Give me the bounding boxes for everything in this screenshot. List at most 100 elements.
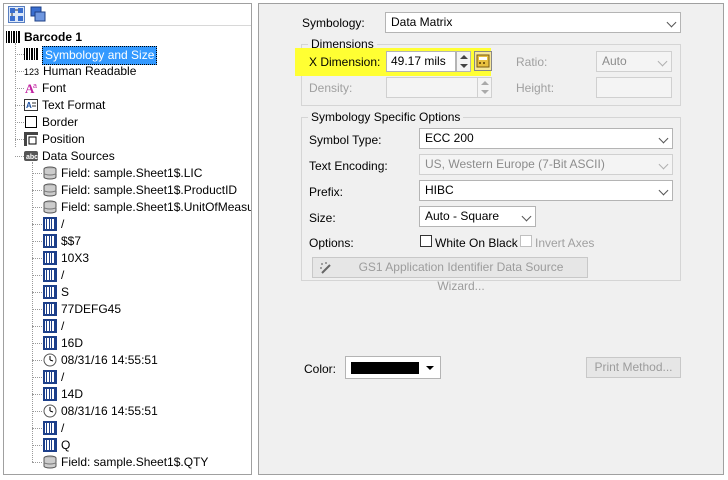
tree-item-label: / xyxy=(61,217,65,231)
constant-icon xyxy=(43,251,57,265)
barcode-icon xyxy=(6,30,20,44)
tree-item-label: Field: sample.Sheet1$.QTY xyxy=(61,455,209,469)
invert-axes-label: Invert Axes xyxy=(535,236,595,250)
human-readable-icon: 123 xyxy=(24,64,39,78)
size-select[interactable]: Auto - Square xyxy=(419,206,536,227)
ratio-select[interactable]: Auto xyxy=(596,51,672,72)
text-encoding-select[interactable]: US, Western Europe (7-Bit ASCII) xyxy=(419,154,673,175)
constant-icon xyxy=(43,336,57,350)
constant-icon xyxy=(43,319,57,333)
windows-icon xyxy=(30,6,46,22)
chevron-down-icon xyxy=(658,185,669,196)
x-dimension-spinner[interactable] xyxy=(456,51,471,72)
expand-icon xyxy=(10,8,23,21)
chevron-down-icon xyxy=(658,159,669,170)
invert-axes-checkbox[interactable] xyxy=(520,235,532,247)
constant-icon xyxy=(43,438,57,452)
height-input[interactable] xyxy=(596,77,672,98)
border-icon xyxy=(24,115,38,129)
symbol-type-label: Symbol Type: xyxy=(309,133,382,147)
tree-item-label: 77DEFG45 xyxy=(61,302,122,316)
density-spinner[interactable] xyxy=(477,77,492,98)
clock-icon xyxy=(43,353,57,367)
tree-item-label: Position xyxy=(42,132,85,146)
chevron-down-icon xyxy=(666,17,677,28)
specific-options-title: Symbology Specific Options xyxy=(308,110,464,124)
symbology-label: Symbology: xyxy=(302,16,365,30)
calculator-icon xyxy=(476,54,490,68)
database-icon xyxy=(43,200,57,214)
tree-item-label: Field: sample.Sheet1$.UnitOfMeasure xyxy=(61,200,252,214)
tree-item-label: Field: sample.Sheet1$.ProductID xyxy=(61,183,238,197)
constant-icon xyxy=(43,387,57,401)
tree-item-label: 10X3 xyxy=(61,251,90,265)
chevron-down-icon xyxy=(658,133,669,144)
tree-item-label: Q xyxy=(61,438,71,452)
gs1-wizard-label: GS1 Application Identifier Data Source W… xyxy=(358,260,564,293)
color-picker[interactable] xyxy=(345,356,441,379)
color-label: Color: xyxy=(304,362,337,376)
size-value: Auto - Square xyxy=(425,209,500,223)
constant-icon xyxy=(43,370,57,384)
tree-item-label: Barcode 1 xyxy=(24,30,83,44)
symbol-type-select[interactable]: ECC 200 xyxy=(419,128,673,149)
collapse-all-button[interactable] xyxy=(30,6,47,23)
x-dimension-input[interactable]: 49.17 mils xyxy=(386,51,456,72)
caret-down-icon xyxy=(426,366,434,370)
ratio-label: Ratio: xyxy=(516,55,548,69)
prefix-label: Prefix: xyxy=(309,185,344,199)
expand-all-button[interactable] xyxy=(8,6,25,23)
svg-text:a: a xyxy=(33,83,37,90)
tree-item-label: 16D xyxy=(61,336,84,350)
position-icon xyxy=(24,132,38,146)
gs1-wizard-button[interactable]: GS1 Application Identifier Data Source W… xyxy=(312,257,588,293)
tree-item-label: Human Readable xyxy=(43,64,137,78)
properties-panel: Symbology: Data Matrix Dimensions X Dime… xyxy=(258,3,724,475)
prefix-value: HIBC xyxy=(425,183,454,197)
svg-text:abc: abc xyxy=(26,154,38,161)
white-on-black-label: White On Black xyxy=(435,236,518,250)
tree-item-label: $$7 xyxy=(61,234,82,248)
constant-icon xyxy=(43,217,57,231)
tree-item-label: 08/31/16 14:55:51 xyxy=(61,404,158,418)
chevron-down-icon xyxy=(521,211,532,222)
database-icon xyxy=(43,183,57,197)
database-icon xyxy=(43,166,57,180)
tree-panel: Barcode 1 Symbology and Size 123 Human Read… xyxy=(3,3,252,475)
x-dimension-label: X Dimension: xyxy=(309,55,381,69)
database-icon xyxy=(43,455,57,469)
symbology-value: Data Matrix xyxy=(391,15,453,29)
wand-icon xyxy=(320,262,331,274)
constant-icon xyxy=(43,302,57,316)
svg-text:A: A xyxy=(26,101,32,110)
tree-item-label: S xyxy=(61,285,70,299)
clock-icon xyxy=(43,404,57,418)
tree-item-label: 08/31/16 14:55:51 xyxy=(61,353,158,367)
tree-item-label: Data Sources xyxy=(42,149,115,163)
symbol-type-value: ECC 200 xyxy=(425,131,474,145)
text-encoding-value: US, Western Europe (7-Bit ASCII) xyxy=(425,157,605,171)
tree-item-label: / xyxy=(61,268,65,282)
tree-item-label: Text Format xyxy=(42,98,106,112)
constant-icon xyxy=(43,285,57,299)
white-on-black-checkbox[interactable] xyxy=(420,235,432,247)
tree-toolbar xyxy=(4,4,251,26)
color-swatch xyxy=(351,362,419,374)
print-method-button[interactable]: Print Method... xyxy=(586,357,681,378)
tree-item-label: Border xyxy=(42,115,79,129)
height-label: Height: xyxy=(516,81,555,95)
barcode-icon xyxy=(24,47,38,61)
calculator-button[interactable] xyxy=(474,51,492,71)
density-label: Density: xyxy=(309,81,353,95)
constant-icon xyxy=(43,268,57,282)
ratio-value: Auto xyxy=(602,54,627,68)
constant-icon xyxy=(43,234,57,248)
size-label: Size: xyxy=(309,211,336,225)
text-format-icon: A xyxy=(24,98,38,112)
density-input[interactable] xyxy=(386,77,478,98)
options-label: Options: xyxy=(309,236,354,250)
prefix-select[interactable]: HIBC xyxy=(419,180,673,201)
symbology-select[interactable]: Data Matrix xyxy=(385,12,681,33)
font-icon: Aa xyxy=(24,81,38,96)
tree-item-label: / xyxy=(61,319,65,333)
